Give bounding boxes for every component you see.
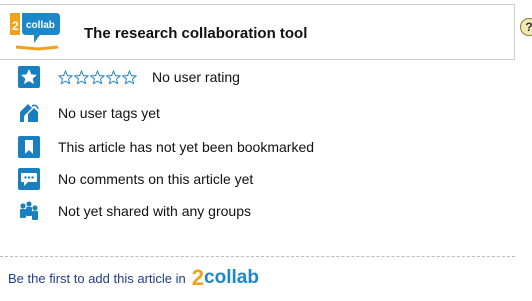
collab-widget: 2 collab The research collaboration tool… xyxy=(0,0,532,301)
groups-status-text: Not yet shared with any groups xyxy=(58,203,251,219)
footer-text: Be the first to add this article in xyxy=(8,270,186,286)
tags-row: No user tags yet xyxy=(18,100,160,126)
svg-text:collab: collab xyxy=(26,20,55,31)
footer-logo-word: collab xyxy=(204,267,259,288)
footer-divider xyxy=(0,256,515,257)
add-to-2collab-link[interactable]: Be the first to add this article in 2 co… xyxy=(8,265,259,290)
rating-status-text: No user rating xyxy=(152,69,240,85)
rating-star-1[interactable] xyxy=(58,69,73,85)
help-icon[interactable]: ? xyxy=(520,18,532,36)
comments-status-text: No comments on this article yet xyxy=(58,171,254,187)
groups-row: Not yet shared with any groups xyxy=(18,198,251,224)
footer-logo-number: 2 xyxy=(191,265,205,290)
star-icon xyxy=(18,66,40,88)
bookmark-status-text: This article has not yet been bookmarked xyxy=(58,139,315,155)
comment-icon xyxy=(18,168,40,190)
rating-star-2[interactable] xyxy=(74,69,89,85)
rating-star-5[interactable] xyxy=(122,69,137,85)
rating-stars[interactable] xyxy=(58,69,138,85)
header-title: The research collaboration tool xyxy=(84,25,308,42)
footer-2collab-logo: 2 collab xyxy=(191,265,259,290)
group-icon xyxy=(18,200,40,222)
bookmark-row: This article has not yet been bookmarked xyxy=(18,134,314,160)
rating-star-3[interactable] xyxy=(90,69,105,85)
comments-row: No comments on this article yet xyxy=(18,166,253,192)
rating-row: No user rating xyxy=(18,64,240,90)
svg-text:2: 2 xyxy=(12,19,19,33)
widget-header: 2 collab The research collaboration tool xyxy=(0,4,515,60)
bookmark-icon xyxy=(18,136,40,158)
rating-star-4[interactable] xyxy=(106,69,121,85)
tags-status-text: No user tags yet xyxy=(58,105,160,121)
tag-icon xyxy=(18,102,40,124)
2collab-logo[interactable]: 2 collab xyxy=(10,13,64,57)
